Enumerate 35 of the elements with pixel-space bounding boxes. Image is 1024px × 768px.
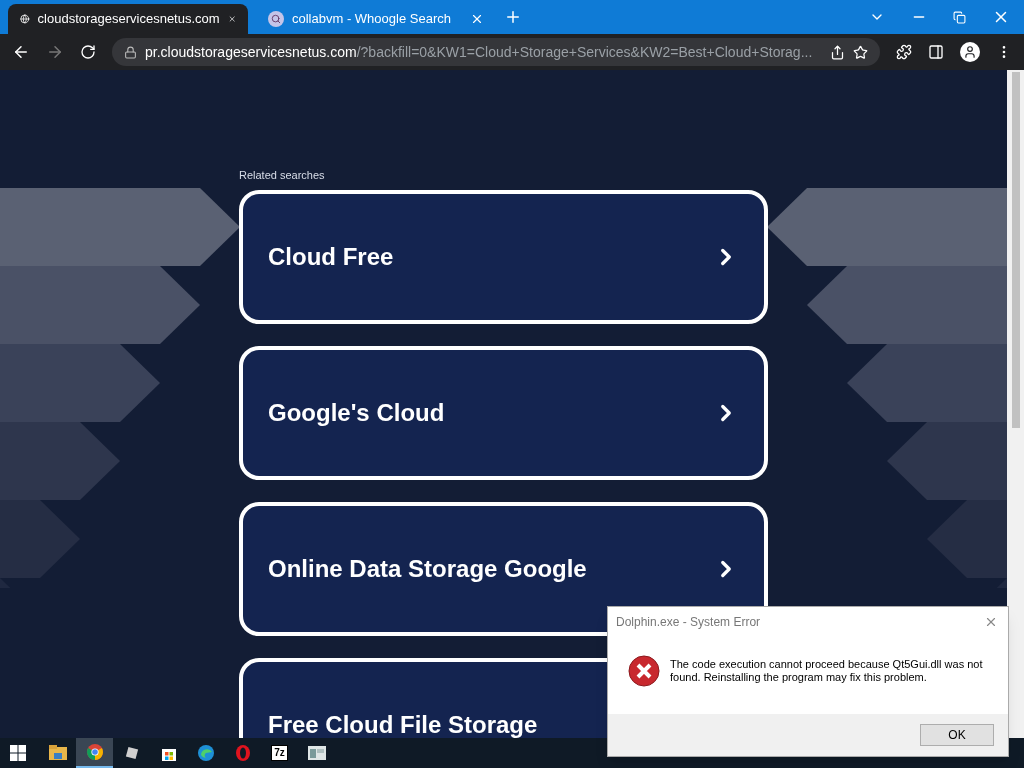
address-bar[interactable]: pr.cloudstorageservicesnetus.com/?backfill=0&KW1=Cloud+Storage+Services&KW2=Best+Cloud+Storag... bbox=[112, 38, 880, 66]
dialog-title: Dolphin.exe - System Error bbox=[616, 614, 761, 631]
reload-icon[interactable] bbox=[80, 44, 96, 60]
close-icon[interactable] bbox=[470, 12, 484, 26]
opera-icon bbox=[234, 745, 251, 761]
scrollbar[interactable] bbox=[1007, 70, 1024, 738]
cube-icon bbox=[124, 746, 139, 760]
chrome-icon bbox=[86, 744, 103, 760]
search-icon bbox=[268, 11, 284, 27]
window-icon bbox=[307, 746, 326, 760]
windows-logo-icon[interactable] bbox=[10, 745, 26, 761]
section-heading: Related searches bbox=[239, 168, 326, 183]
back-icon[interactable] bbox=[12, 43, 30, 61]
ok-button[interactable]: OK bbox=[920, 724, 994, 746]
archive-icon: 7z bbox=[271, 745, 288, 761]
side-panel-icon[interactable] bbox=[928, 44, 944, 60]
close-icon[interactable] bbox=[984, 615, 998, 629]
browser-tab[interactable]: collabvm - Whoogle Search bbox=[256, 4, 496, 34]
folder-icon bbox=[48, 745, 67, 761]
error-message: The code execution cannot proceed because Qt5Gui.dll was not found. Reinstalling the program may fix this problem. bbox=[670, 657, 984, 684]
profile-icon[interactable] bbox=[960, 42, 980, 62]
forward-icon[interactable] bbox=[46, 43, 64, 61]
extensions-icon[interactable] bbox=[896, 44, 912, 60]
restore-icon[interactable] bbox=[953, 10, 966, 24]
browser-tab[interactable]: cloudstorageservicesnetus.com bbox=[8, 4, 248, 34]
edge-icon bbox=[197, 745, 214, 761]
error-icon bbox=[628, 654, 660, 687]
star-icon[interactable] bbox=[853, 44, 868, 60]
lock-icon[interactable] bbox=[124, 45, 137, 59]
share-icon[interactable] bbox=[830, 44, 845, 60]
globe-icon bbox=[20, 11, 30, 27]
search-link[interactable]: Cloud Free bbox=[239, 189, 768, 324]
search-link[interactable]: Google's Cloud bbox=[239, 345, 768, 480]
taskbar-button[interactable]: 7z bbox=[261, 738, 298, 768]
new-tab-icon[interactable] bbox=[504, 8, 522, 26]
